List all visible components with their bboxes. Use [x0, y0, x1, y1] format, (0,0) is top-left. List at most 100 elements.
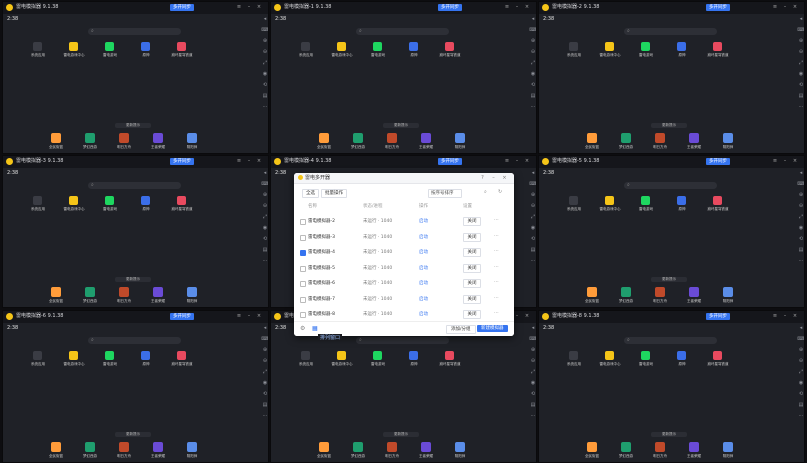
close-icon[interactable]: ×: [256, 312, 262, 320]
window-titlebar[interactable]: 雷电模拟器-2 9.1.38 多开同步 ≡ – ×: [539, 2, 804, 14]
app-icon[interactable]: [141, 42, 150, 51]
close-icon[interactable]: ×: [256, 3, 262, 11]
table-row[interactable]: 雷电模拟器-5 未运行 · 1040 启动 关闭 ⋯: [294, 262, 514, 277]
app-icon[interactable]: [677, 196, 686, 205]
side-tool-icon[interactable]: ⊕: [797, 38, 804, 49]
more-icon[interactable]: ⋯: [494, 233, 499, 239]
side-tool-icon[interactable]: ⊕: [797, 347, 804, 358]
side-tool-icon[interactable]: ⊖: [529, 203, 536, 214]
start-link[interactable]: 启动: [419, 234, 428, 240]
sync-badge-button[interactable]: 多开同步: [706, 158, 730, 165]
close-button[interactable]: 关闭: [463, 263, 481, 273]
minimize-icon[interactable]: –: [246, 157, 252, 165]
side-tool-icon[interactable]: ⟲: [529, 391, 536, 402]
dock-app-icon[interactable]: [153, 442, 163, 452]
table-row[interactable]: 雷电模拟器-3 未运行 · 1040 启动 关闭 ⋯: [294, 231, 514, 246]
app-icon[interactable]: [337, 42, 346, 51]
side-tool-icon[interactable]: ▤: [261, 247, 268, 258]
app-icon[interactable]: [33, 351, 42, 360]
side-tool-icon[interactable]: ⋯: [261, 258, 268, 269]
help-icon[interactable]: ?: [479, 174, 486, 182]
search-icon[interactable]: ⌕: [484, 189, 487, 195]
side-tool-icon[interactable]: ◂: [261, 170, 268, 181]
dock-app-icon[interactable]: [455, 133, 465, 143]
search-bar[interactable]: ⌕: [88, 28, 181, 35]
more-icon[interactable]: ⋯: [494, 248, 499, 254]
app-icon[interactable]: [105, 42, 114, 51]
close-button[interactable]: 关闭: [463, 217, 481, 226]
side-tool-icon[interactable]: ◉: [261, 71, 268, 82]
dock-app-icon[interactable]: [621, 133, 631, 143]
sync-badge-button[interactable]: 多开同步: [170, 158, 194, 165]
side-tool-icon[interactable]: ⊖: [529, 358, 536, 369]
side-tool-icon[interactable]: ⋯: [261, 413, 268, 424]
close-icon[interactable]: ×: [792, 3, 798, 11]
window-titlebar[interactable]: 雷电模拟器-5 9.1.38 多开同步 ≡ – ×: [539, 156, 804, 168]
app-icon[interactable]: [605, 42, 614, 51]
side-tool-icon[interactable]: ⊕: [261, 192, 268, 203]
dock-app-icon[interactable]: [119, 287, 129, 297]
dock-app-icon[interactable]: [723, 133, 733, 143]
window-titlebar[interactable]: 雷电模拟器-1 9.1.38 多开同步 ≡ – ×: [271, 2, 536, 14]
dock-app-icon[interactable]: [353, 133, 363, 143]
close-icon[interactable]: ×: [501, 174, 508, 182]
side-tool-icon[interactable]: ⌨: [797, 181, 804, 192]
dock-app-icon[interactable]: [153, 133, 163, 143]
add-group-button[interactable]: 添加/分组: [446, 325, 476, 334]
dock-app-icon[interactable]: [85, 287, 95, 297]
dock-app-icon[interactable]: [689, 133, 699, 143]
side-tool-icon[interactable]: ◂: [529, 170, 536, 181]
close-button[interactable]: 关闭: [463, 294, 481, 304]
side-tool-icon[interactable]: ◂: [529, 16, 536, 27]
minimize-icon[interactable]: –: [490, 174, 497, 182]
row-checkbox[interactable]: [300, 265, 306, 272]
app-icon[interactable]: [69, 196, 78, 205]
side-tool-icon[interactable]: ◉: [797, 225, 804, 236]
dock-app-icon[interactable]: [319, 442, 329, 452]
side-tool-icon[interactable]: ⤢: [797, 369, 804, 380]
dock-app-icon[interactable]: [187, 133, 197, 143]
dock-app-icon[interactable]: [621, 442, 631, 452]
dock-app-icon[interactable]: [51, 133, 61, 143]
dock-app-icon[interactable]: [689, 442, 699, 452]
side-tool-icon[interactable]: ⟲: [529, 82, 536, 93]
window-titlebar[interactable]: 雷电模拟器-4 9.1.38 多开同步 ≡ – ×: [271, 156, 536, 168]
app-icon[interactable]: [445, 42, 454, 51]
minimize-icon[interactable]: –: [782, 3, 788, 11]
side-tool-icon[interactable]: ⊕: [797, 192, 804, 203]
close-button[interactable]: 关闭: [463, 310, 481, 319]
sync-badge-button[interactable]: 多开同步: [706, 313, 730, 320]
search-bar[interactable]: ⌕: [624, 28, 717, 35]
dock-app-icon[interactable]: [119, 133, 129, 143]
app-icon[interactable]: [605, 351, 614, 360]
app-icon[interactable]: [677, 42, 686, 51]
side-tool-icon[interactable]: ⤢: [261, 60, 268, 71]
settings-icon[interactable]: ⚙: [300, 325, 305, 332]
close-icon[interactable]: ×: [524, 312, 530, 320]
side-tool-icon[interactable]: ⟲: [261, 391, 268, 402]
minimize-icon[interactable]: –: [514, 3, 520, 11]
side-tool-icon[interactable]: ⤢: [797, 214, 804, 225]
minimize-icon[interactable]: –: [246, 312, 252, 320]
dock-app-icon[interactable]: [655, 287, 665, 297]
side-tool-icon[interactable]: ⊕: [529, 192, 536, 203]
dock-app-icon[interactable]: [51, 442, 61, 452]
app-icon[interactable]: [105, 196, 114, 205]
arrange-windows-icon[interactable]: ▦: [312, 325, 318, 332]
side-tool-icon[interactable]: ◂: [797, 170, 804, 181]
app-icon[interactable]: [141, 351, 150, 360]
side-tool-icon[interactable]: ◉: [797, 380, 804, 391]
side-tool-icon[interactable]: ◉: [529, 225, 536, 236]
side-tool-icon[interactable]: ⌨: [529, 27, 536, 38]
side-tool-icon[interactable]: ◉: [261, 380, 268, 391]
sort-select[interactable]: 按序号排序: [428, 189, 462, 198]
menu-icon[interactable]: ≡: [772, 3, 778, 11]
table-row[interactable]: 雷电模拟器-7 未运行 · 1040 启动 关闭 ⋯: [294, 293, 514, 308]
app-icon[interactable]: [445, 351, 454, 360]
minimize-icon[interactable]: –: [782, 157, 788, 165]
app-icon[interactable]: [605, 196, 614, 205]
side-tool-icon[interactable]: ▤: [529, 402, 536, 413]
side-tool-icon[interactable]: ⟲: [261, 82, 268, 93]
app-icon[interactable]: [373, 351, 382, 360]
dock-app-icon[interactable]: [587, 287, 597, 297]
